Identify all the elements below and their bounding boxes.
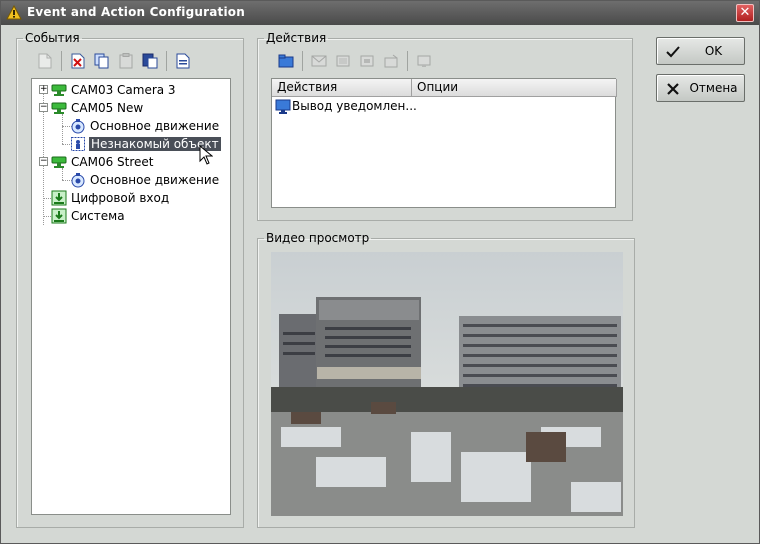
motion-icon xyxy=(71,119,85,134)
motion-icon xyxy=(71,173,85,188)
camera-icon xyxy=(51,84,67,96)
tree-item-system[interactable]: Система xyxy=(71,207,125,225)
events-legend: События xyxy=(25,31,80,45)
tree-item-motion[interactable]: Основное движение xyxy=(90,117,219,135)
clipboard-event-button[interactable] xyxy=(115,50,137,72)
copy-event-button[interactable] xyxy=(91,50,113,72)
ptz-action-button[interactable] xyxy=(356,50,378,72)
notice-icon xyxy=(417,55,431,67)
cancel-label: Отмена xyxy=(689,81,738,95)
checkmark-icon xyxy=(666,46,680,58)
email-action-button[interactable] xyxy=(308,50,330,72)
copy-icon xyxy=(94,53,109,69)
camera-icon xyxy=(51,102,67,114)
video-preview xyxy=(271,252,623,516)
system-icon xyxy=(51,208,67,224)
alarm-icon xyxy=(384,54,398,68)
window-title: Event and Action Configuration xyxy=(27,5,245,19)
alarm-action-button[interactable] xyxy=(380,50,402,72)
tree-item-cam06[interactable]: CAM06 Street xyxy=(71,153,154,171)
actions-list[interactable]: Действия Опции Вывод уведомлен... xyxy=(271,78,617,208)
cancel-button[interactable]: Отмена xyxy=(656,74,745,102)
events-tree[interactable]: + CAM03 Camera 3 − CAM05 New Основное дв… xyxy=(31,78,231,515)
preview-legend: Видео просмотр xyxy=(266,231,370,245)
tree-item-cam05[interactable]: CAM05 New xyxy=(71,99,143,117)
events-toolbar xyxy=(34,50,194,72)
tree-item-motion-2[interactable]: Основное движение xyxy=(90,171,219,189)
add-action-icon xyxy=(278,54,294,68)
monitor-icon xyxy=(275,99,291,114)
actions-toolbar xyxy=(275,50,435,72)
expand-toggle[interactable]: + xyxy=(39,85,48,94)
action-name: Вывод уведомлен... xyxy=(292,99,417,113)
paste-event-button[interactable] xyxy=(139,50,161,72)
paste-icon xyxy=(142,53,158,69)
camera-icon xyxy=(51,156,67,168)
mouse-cursor-icon xyxy=(199,145,213,165)
action-row[interactable]: Вывод уведомлен... xyxy=(273,98,614,115)
notice-action-button[interactable] xyxy=(413,50,435,72)
collapse-toggle[interactable]: − xyxy=(39,103,48,112)
column-header-actions[interactable]: Действия xyxy=(272,79,412,97)
properties-button[interactable] xyxy=(172,50,194,72)
title-bar[interactable]: Event and Action Configuration ✕ xyxy=(1,1,759,25)
email-icon xyxy=(311,55,327,67)
document-icon xyxy=(176,53,190,69)
ok-button[interactable]: OK xyxy=(656,37,745,65)
object-icon xyxy=(71,137,85,151)
record-action-button[interactable] xyxy=(332,50,354,72)
cross-icon xyxy=(667,83,679,95)
delete-event-button[interactable] xyxy=(67,50,89,72)
video-frame xyxy=(271,252,623,516)
add-action-button[interactable] xyxy=(275,50,297,72)
delete-icon xyxy=(71,53,85,69)
close-button[interactable]: ✕ xyxy=(736,4,754,22)
actions-legend: Действия xyxy=(266,31,327,45)
collapse-toggle[interactable]: − xyxy=(39,157,48,166)
warning-icon xyxy=(6,5,22,20)
column-header-options[interactable]: Опции xyxy=(412,79,617,97)
tree-item-digital-input[interactable]: Цифровой вход xyxy=(71,189,169,207)
ok-label: OK xyxy=(704,44,723,58)
dialog-window: Event and Action Configuration ✕ События xyxy=(0,0,760,544)
clipboard-icon xyxy=(119,53,133,69)
digital-input-icon xyxy=(51,190,67,206)
new-icon xyxy=(38,53,52,69)
tree-item-cam03[interactable]: CAM03 Camera 3 xyxy=(71,81,176,99)
record-icon xyxy=(336,55,350,67)
ptz-icon xyxy=(360,55,374,67)
new-event-button[interactable] xyxy=(34,50,56,72)
close-icon: ✕ xyxy=(739,5,751,20)
